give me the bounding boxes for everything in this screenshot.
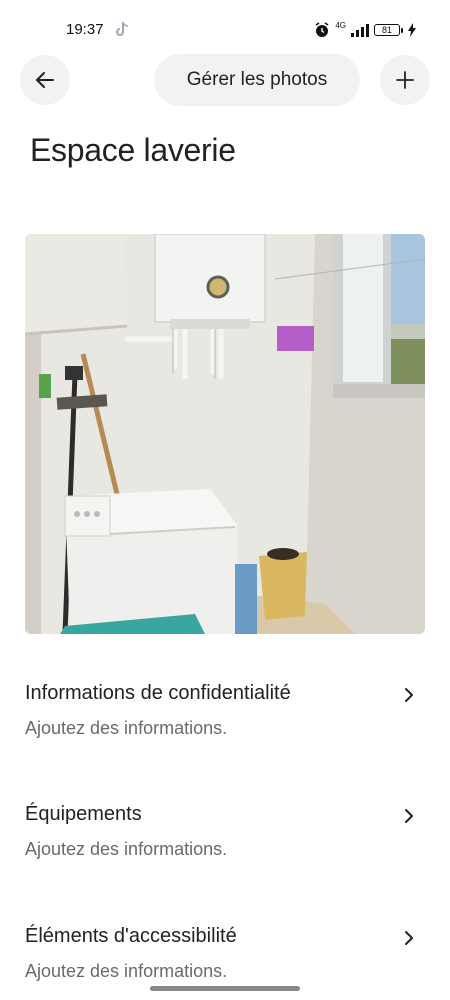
signal-icon [351, 23, 369, 37]
item-subtitle-privacy: Ajoutez des informations. [25, 718, 228, 738]
alarm-icon [315, 22, 329, 37]
chevron-right-icon [405, 809, 413, 823]
charging-icon [408, 23, 416, 37]
list-item-equipment[interactable]: Équipements Ajoutez des informations. [25, 803, 425, 873]
list-item-privacy[interactable]: Informations de confidentialité Ajoutez … [25, 682, 425, 752]
chevron-right-icon [405, 688, 413, 702]
laundry-room-image [25, 234, 425, 634]
list-item-accessibility[interactable]: Éléments d'accessibilité Ajoutez des inf… [25, 925, 425, 995]
add-button[interactable] [380, 55, 430, 105]
item-title-equipment: Équipements [25, 803, 142, 825]
network-label: 4G [335, 21, 346, 30]
tiktok-icon [116, 21, 129, 36]
arrow-left-icon [36, 72, 54, 88]
home-indicator[interactable] [150, 986, 300, 991]
item-subtitle-equipment: Ajoutez des informations. [25, 839, 228, 859]
back-button[interactable] [20, 55, 70, 105]
manage-photos-button[interactable]: Gérer les photos [154, 54, 360, 106]
battery-indicator: 81 [374, 24, 403, 36]
status-time: 19:37 [66, 21, 104, 38]
chevron-right-icon [405, 931, 413, 945]
plus-icon [396, 71, 414, 89]
item-subtitle-accessibility: Ajoutez des informations. [25, 961, 228, 981]
status-bar: 19:37 4G 81 [0, 0, 450, 60]
item-title-accessibility: Éléments d'accessibilité [25, 925, 237, 947]
page-title: Espace laverie [30, 132, 236, 168]
item-title-privacy: Informations de confidentialité [25, 682, 291, 704]
status-icons: 4G 81 [314, 21, 416, 39]
manage-photos-label: Gérer les photos [186, 69, 328, 90]
room-photo[interactable] [25, 234, 425, 634]
